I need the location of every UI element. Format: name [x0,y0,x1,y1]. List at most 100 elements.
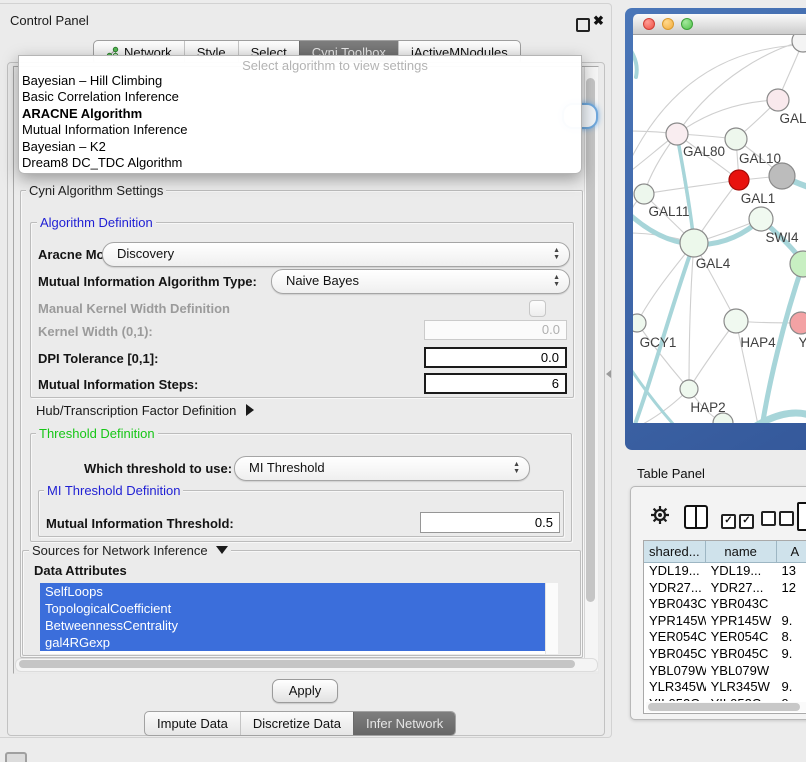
network-node-swi4[interactable] [749,207,773,231]
table-row[interactable]: YBL079WYBL079W [644,663,806,680]
status-bar-icon[interactable] [5,752,27,762]
manual-kernel-width-checkbox[interactable] [529,300,546,317]
dpi-tolerance-field[interactable]: 0.0 [424,347,567,368]
dropdown-item-basic-correlation-inference[interactable]: Basic Correlation Inference [22,89,579,105]
dropdown-item-bayesian-hill-climbing[interactable]: Bayesian – Hill Climbing [22,73,579,89]
table-panel-title: Table Panel [637,466,705,481]
mi-threshold-label: Mutual Information Threshold: [46,516,234,531]
data-attributes-list[interactable]: SelfLoopsTopologicalCoefficientBetweenne… [40,583,557,654]
attribute-item-selfloops[interactable]: SelfLoops [40,583,545,600]
network-node[interactable] [769,163,795,189]
network-node-gal1[interactable] [729,170,749,190]
table-row[interactable]: YDL19...YDL19...13 [644,563,806,580]
attribute-item-topologicalcoefficient[interactable]: TopologicalCoefficient [40,600,545,617]
table-row[interactable]: YDR27...YDR27...12 [644,580,806,597]
horizontal-scrollbar[interactable] [15,658,598,672]
dropdown-item-aracne-algorithm[interactable]: ARACNE Algorithm [22,106,579,122]
node-label-gal1: GAL1 [741,191,776,206]
network-node-gal11[interactable] [634,184,654,204]
table-row[interactable]: YIL052CYIL052C9. [644,696,806,701]
vertical-scrollbar-thumb[interactable] [586,78,595,602]
hub-definition-expander[interactable]: Hub/Transcription Factor Definition [36,403,254,418]
network-canvas[interactable]: GALGAL80GAL10GAL1GAL11SWI4GAL4GCY1HAP4YH… [633,35,806,423]
table-body: YDL19...YDL19...13YDR27...YDR27...12YBR0… [644,563,806,701]
which-threshold-combo[interactable]: MI Threshold ▲▼ [234,456,530,481]
dropdown-item-bayesian-k2[interactable]: Bayesian – K2 [22,139,579,155]
table-row[interactable]: YLR345WYLR345W9. [644,679,806,696]
table-scrollbar-thumb[interactable] [648,703,800,711]
dropdown-item-mutual-information-inference[interactable]: Mutual Information Inference [22,122,579,138]
dropdown-placeholder: Select algorithm to view settings [19,58,581,73]
bottom-tab-discretize-data[interactable]: Discretize Data [240,712,353,735]
table-cell: YBR045C [644,646,706,663]
column-header-name[interactable]: name [706,541,777,562]
cyni-settings-group-title: Cyni Algorithm Settings [26,183,166,198]
expander-arrow-down-icon [216,546,228,554]
mi-algorithm-type-label: Mutual Information Algorithm Type: [38,274,257,289]
table-row[interactable]: YER054CYER054C8. [644,629,806,646]
deselect-all-checkboxes-icon[interactable] [761,511,797,529]
aracne-mode-value: Discovery [117,246,174,261]
network-node-gal10[interactable] [725,128,747,150]
network-node-y[interactable] [790,312,806,334]
mi-steps-field[interactable]: 6 [424,373,567,394]
table-cell: 9. [777,646,806,663]
attributes-list-scrollbar[interactable] [545,583,558,654]
network-node-gal80[interactable] [666,123,688,145]
sources-title: Sources for Network Inference [32,543,208,558]
column-selector-icon[interactable] [684,505,708,529]
node-label-gal: GAL [779,111,806,126]
table-horizontal-scrollbar[interactable] [646,702,806,712]
network-node[interactable] [792,35,806,52]
table-cell: 13 [777,563,806,580]
node-label-y: Y [798,335,806,350]
attribute-item-gal4rgexp[interactable]: gal4RGexp [40,634,545,651]
bottom-tab-impute-data[interactable]: Impute Data [145,712,240,735]
bottom-tab-infer-network[interactable]: Infer Network [353,712,455,735]
sources-expander[interactable]: Sources for Network Inference [29,543,231,558]
column-header-a[interactable]: A [777,541,806,562]
network-view-window[interactable]: GALGAL80GAL10GAL1GAL11SWI4GAL4GCY1HAP4YH… [625,8,806,450]
table-cell: YBL079W [644,663,706,680]
network-node-hap4[interactable] [724,309,748,333]
mi-threshold-field[interactable]: 0.5 [420,512,560,533]
kernel-width-field[interactable]: 0.0 [424,320,567,340]
mi-algorithm-type-combo[interactable]: Naive Bayes ▲▼ [271,269,570,294]
bottom-tab-bar: Impute DataDiscretize DataInfer Network [144,711,456,736]
table-row[interactable]: YBR045CYBR045C9. [644,646,806,663]
table-cell: YBR043C [706,596,777,613]
attribute-item-betweennesscentrality[interactable]: BetweennessCentrality [40,617,545,634]
algorithm-definition-title: Algorithm Definition [37,215,156,230]
kernel-width-label: Kernel Width (0,1): [38,324,153,339]
column-header-shared[interactable]: shared... [644,541,706,562]
panel-splitter-handle[interactable] [606,370,611,378]
apply-button[interactable]: Apply [272,679,338,703]
float-window-icon[interactable] [576,18,590,32]
network-node-hap2[interactable] [680,380,698,398]
settings-gear-icon[interactable] [650,505,670,528]
document-icon[interactable] [797,502,806,531]
network-node-gcy1[interactable] [633,314,646,332]
table-cell: YIL052C [706,696,777,701]
select-all-checkboxes-icon[interactable]: ✓✓ [721,511,757,529]
network-graph: GALGAL80GAL10GAL1GAL11SWI4GAL4GCY1HAP4YH… [633,35,806,423]
window-minimize-icon[interactable] [662,18,674,30]
table-row[interactable]: YPR145WYPR145W9. [644,613,806,630]
network-node[interactable] [790,251,806,277]
node-label-gcy1: GCY1 [640,335,677,350]
aracne-mode-combo[interactable]: Discovery ▲▼ [102,242,570,267]
window-zoom-icon[interactable] [681,18,693,30]
table-cell: YDL19... [644,563,706,580]
mi-steps-label: Mutual Information Steps: [38,377,198,392]
window-close-icon[interactable] [643,18,655,30]
dropdown-item-dream8-dc-tdc-algorithm[interactable]: Dream8 DC_TDC Algorithm [22,155,579,171]
table-cell: YBR045C [706,646,777,663]
table-cell: YER054C [706,629,777,646]
table-cell: 9. [777,613,806,630]
horizontal-scrollbar-thumb[interactable] [19,660,575,668]
network-node-gal4[interactable] [680,229,708,257]
table-row[interactable]: YBR043CYBR043C [644,596,806,613]
network-node-gal[interactable] [767,89,789,111]
close-panel-icon[interactable]: ✖ [593,13,604,29]
network-window-titlebar[interactable] [633,14,806,35]
